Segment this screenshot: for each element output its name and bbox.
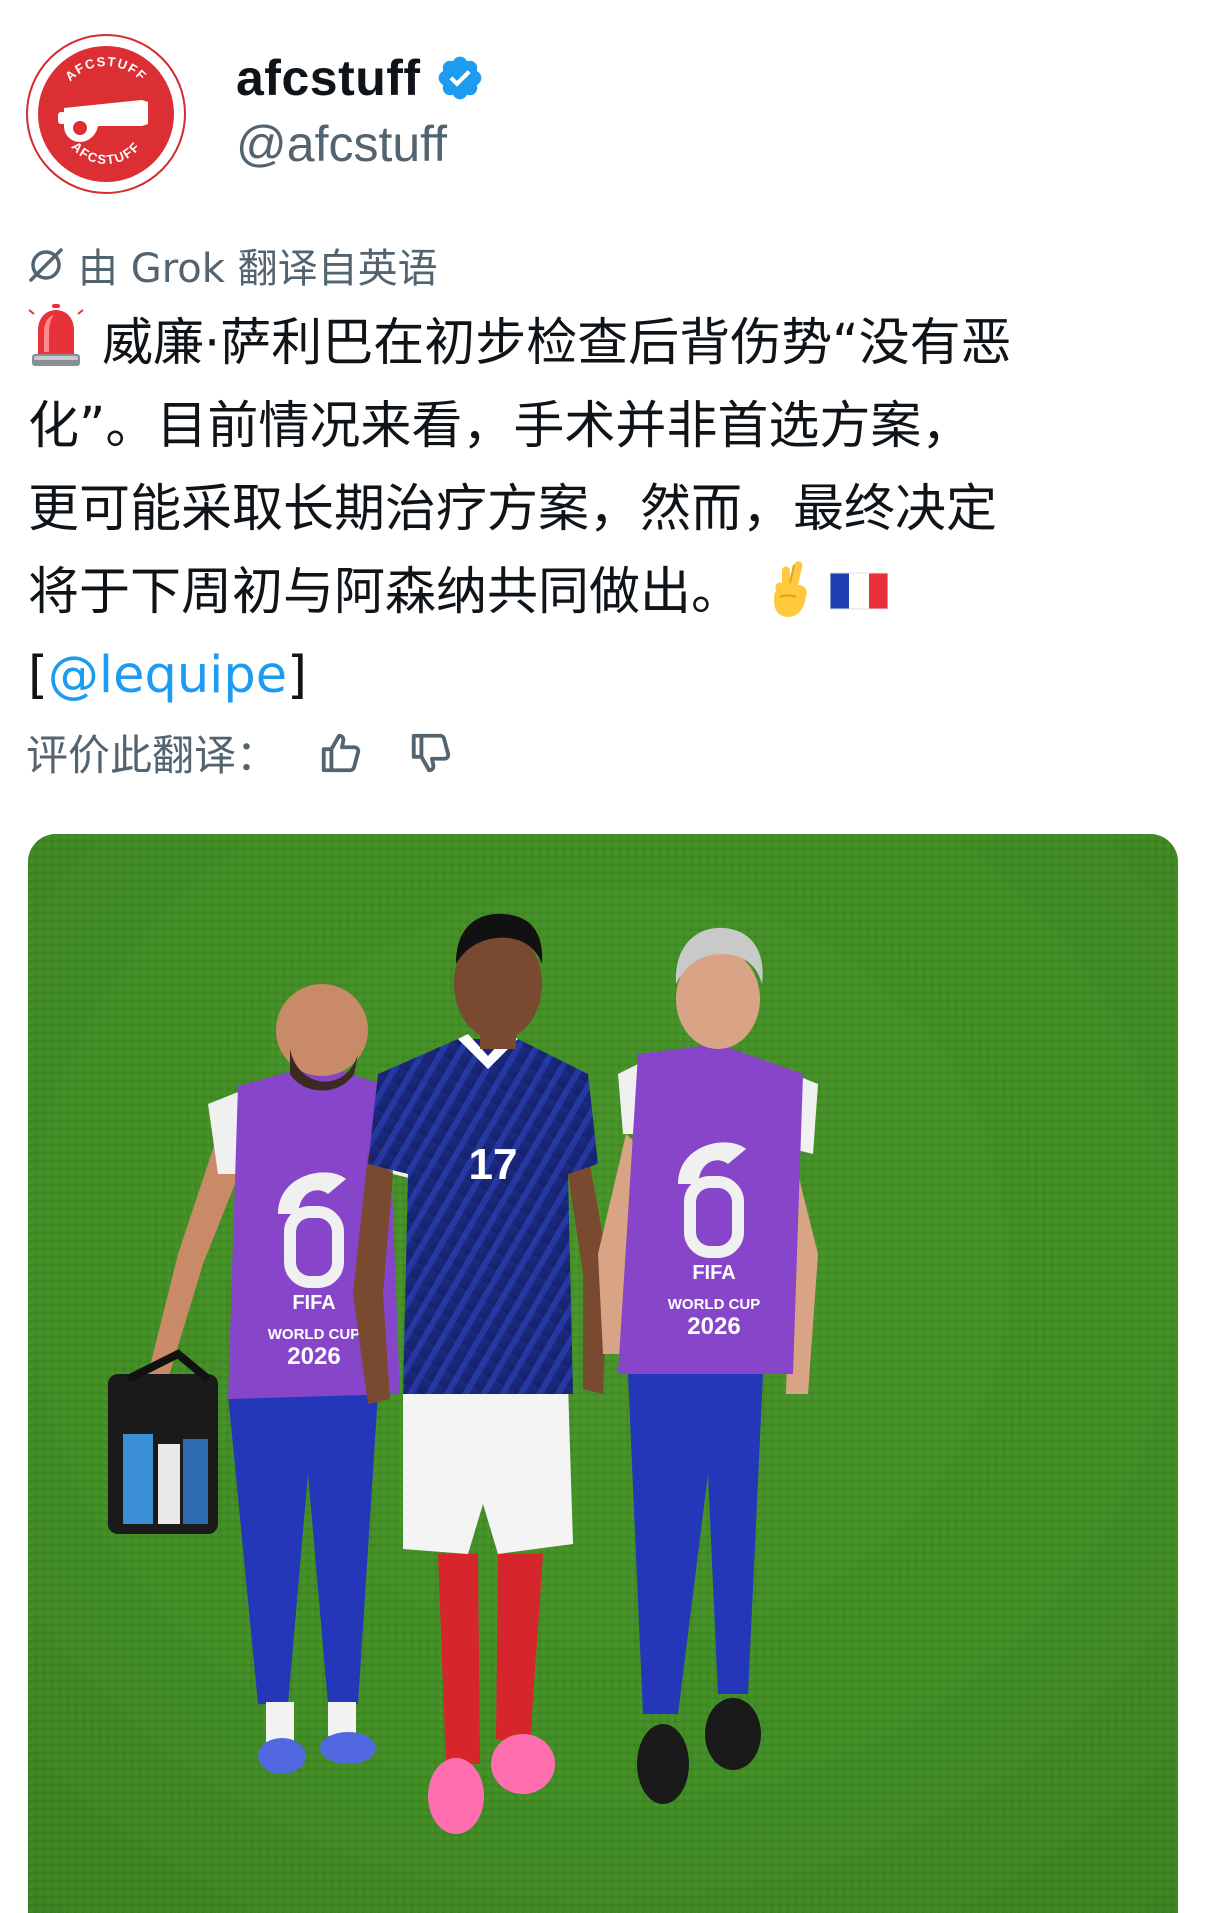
account-names: afcstuff @afcstuff: [236, 49, 485, 173]
tweet-line-5: [@lequipe]: [28, 634, 1188, 717]
svg-text:FIFA: FIFA: [692, 1262, 735, 1284]
display-name-row: afcstuff: [236, 49, 485, 107]
verified-badge-icon[interactable]: [435, 53, 485, 103]
tweet-header: AFCSTUFF AFCSTUFF afcstuff @afcstuff: [26, 34, 485, 194]
grok-icon: [29, 248, 63, 282]
siren-emoji-icon: [28, 304, 84, 366]
rate-translation-label: 评价此翻译：: [26, 731, 279, 780]
tweet-line-1: 威廉·萨利巴在初步检查后背伤势“没有恶: [28, 302, 1188, 385]
tweet-photo[interactable]: FIFA WORLD CUP 2026 17 FIFA WORLD CUP 20…: [28, 834, 1178, 1913]
tweet-line-2: 化”。目前情况来看，手术并非首选方案，: [28, 397, 973, 456]
svg-text:AFCSTUFF: AFCSTUFF: [69, 139, 144, 168]
svg-text:17: 17: [469, 1140, 518, 1189]
rate-translation: 评价此翻译：: [26, 722, 454, 783]
thumbs-up-icon[interactable]: [318, 730, 364, 776]
svg-text:2026: 2026: [687, 1313, 740, 1340]
avatar-ring-text: AFCSTUFF AFCSTUFF: [62, 54, 150, 168]
tweet-line-1-text: 威廉·萨利巴在初步检查后背伤势“没有恶: [102, 314, 1012, 373]
tweet-line-3: 更可能采取长期治疗方案，然而，最终决定: [28, 480, 998, 539]
football-match-photo: FIFA WORLD CUP 2026 17 FIFA WORLD CUP 20…: [28, 834, 1178, 1913]
tweet-line-4-text: 将于下周初与阿森纳共同做出。: [28, 563, 743, 622]
mention-close-bracket: ]: [287, 646, 307, 705]
mention-link[interactable]: @lequipe: [48, 646, 287, 705]
translation-note-text: 由 Grok 翻译自英语: [78, 246, 438, 292]
avatar[interactable]: AFCSTUFF AFCSTUFF: [26, 34, 186, 194]
thumbs-down-icon[interactable]: [408, 730, 454, 776]
svg-text:WORLD CUP: WORLD CUP: [268, 1326, 361, 1343]
tweet-line-4: 将于下周初与阿森纳共同做出。: [28, 551, 1188, 634]
svg-text:FIFA: FIFA: [292, 1292, 335, 1314]
mention-open-bracket: [: [28, 646, 48, 705]
tweet-text: 威廉·萨利巴在初步检查后背伤势“没有恶 化”。目前情况来看，手术并非首选方案， …: [28, 302, 1188, 717]
svg-text:WORLD CUP: WORLD CUP: [668, 1296, 761, 1313]
display-name[interactable]: afcstuff: [236, 49, 421, 107]
crossed-fingers-emoji-icon: [774, 561, 807, 617]
svg-text:2026: 2026: [287, 1343, 340, 1370]
translation-note[interactable]: 由 Grok 翻译自英语: [26, 236, 438, 294]
france-flag-emoji-icon: [830, 572, 889, 610]
account-handle[interactable]: @afcstuff: [236, 115, 485, 173]
svg-text:AFCSTUFF: AFCSTUFF: [62, 54, 150, 84]
